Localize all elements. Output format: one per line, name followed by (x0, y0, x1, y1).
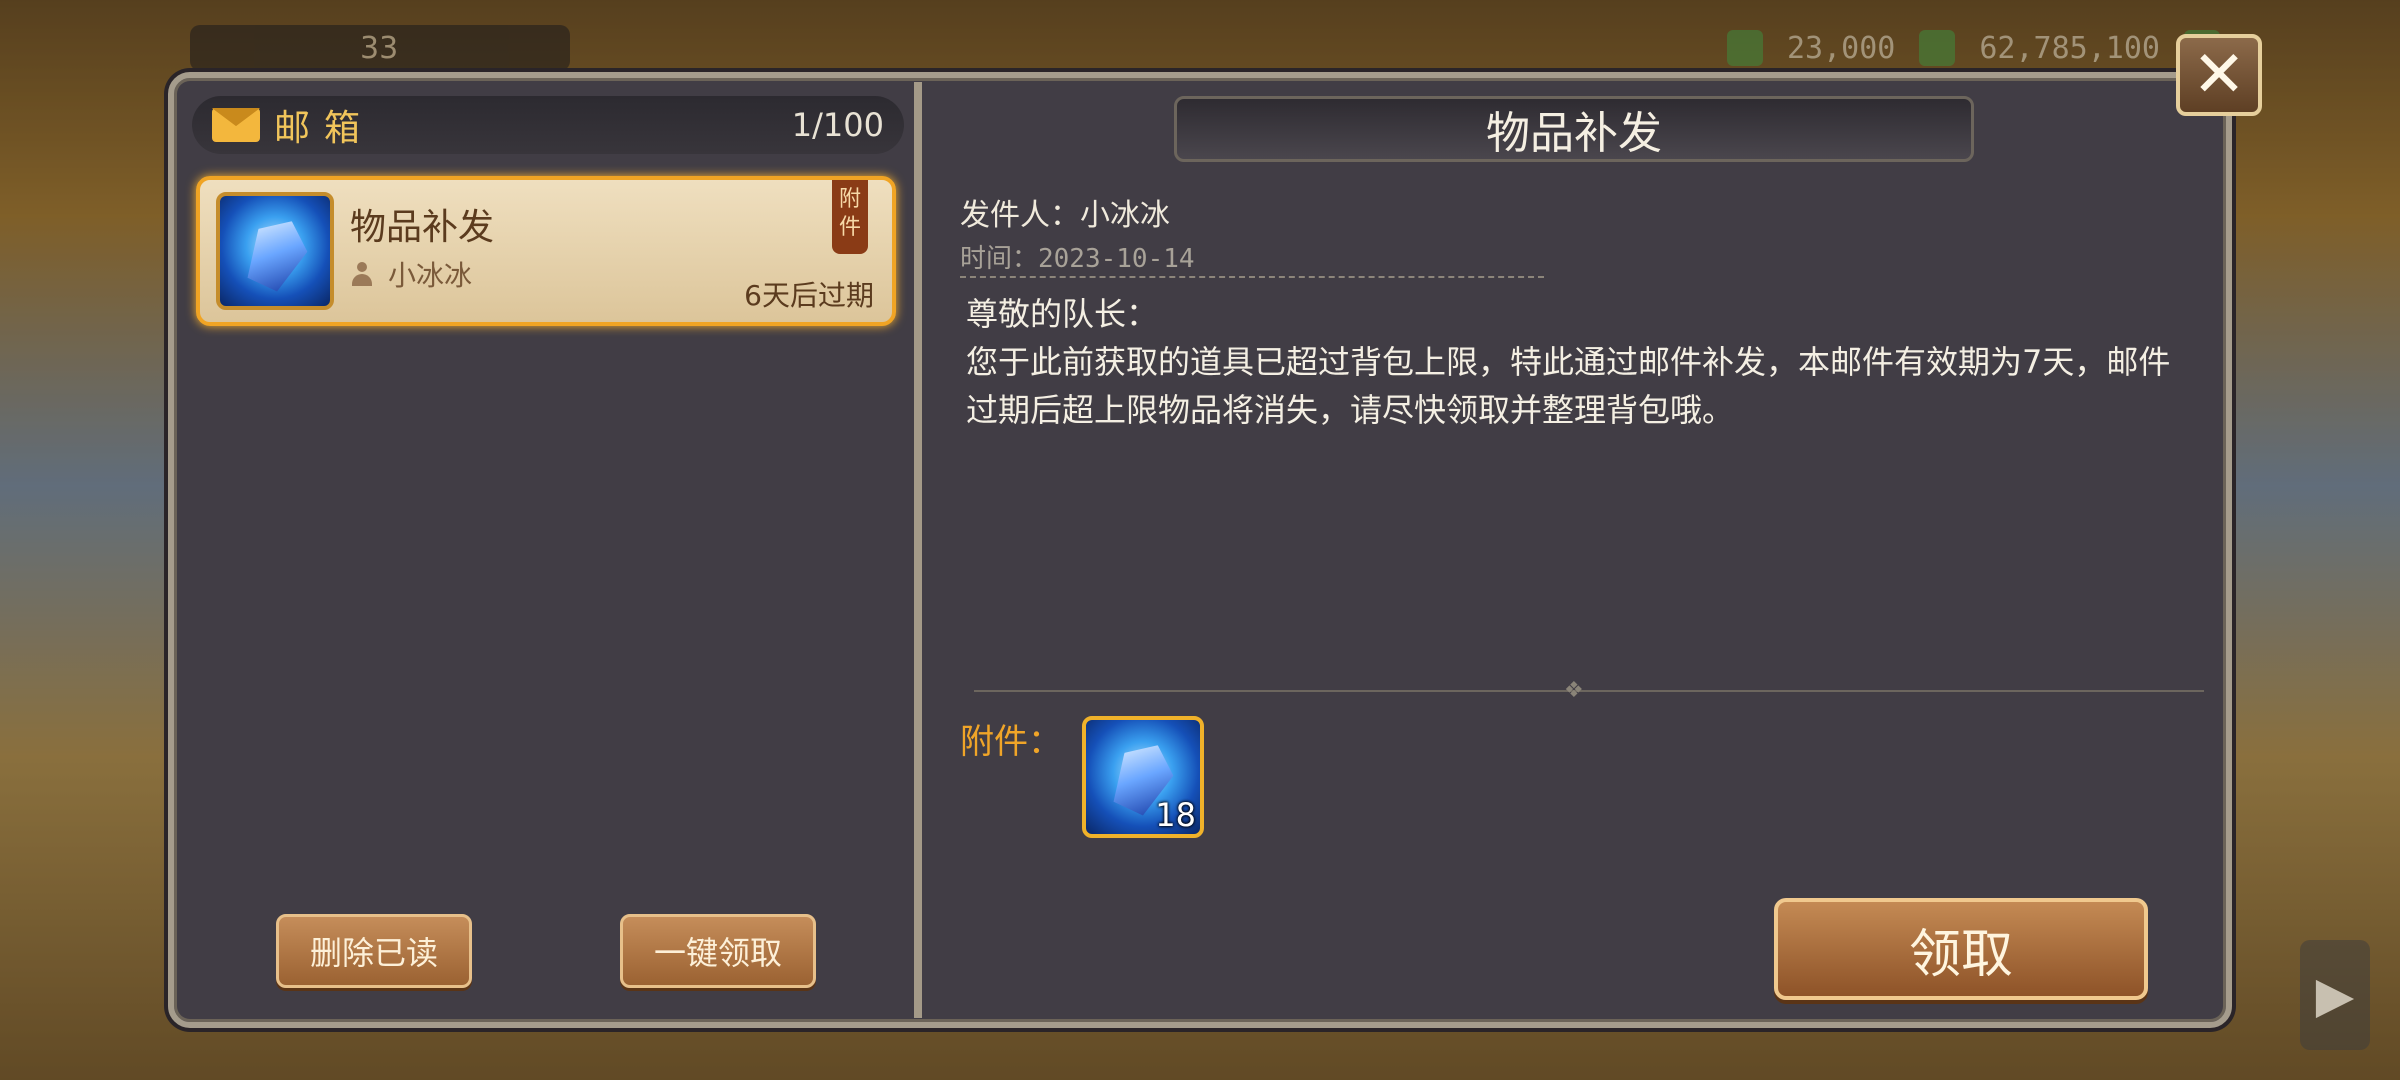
mail-item-title: 物品补发 (350, 207, 495, 248)
mail-item-sender: 小冰冰 (388, 259, 473, 292)
claim-all-button[interactable]: 一键领取 (620, 914, 816, 988)
delete-read-button[interactable]: 删除已读 (276, 914, 472, 988)
mail-count: 1/100 (791, 106, 884, 144)
mailbox-header: 邮箱 1/100 (192, 96, 904, 154)
add-diamond-icon (1727, 30, 1763, 66)
mail-item-expire: 6天后过期 (744, 279, 874, 312)
add-gold-icon (1919, 30, 1956, 66)
mailbox-dialog: 邮箱 1/100 物品补发 小冰冰 6天后过期 附件 删除已读 一键领取 物品补… (168, 72, 2232, 1028)
mail-body: 尊敬的队长： 您于此前获取的道具已超过背包上限，特此通过邮件补发，本邮件有效期为… (966, 295, 2171, 429)
mailbox-title: 邮箱 (274, 108, 375, 149)
attachments-label: 附件： (960, 722, 1062, 762)
attachment-quantity: 18 (1155, 796, 1196, 834)
player-level: 33 (190, 25, 570, 71)
claim-button[interactable]: 领取 (1774, 898, 2148, 1000)
close-icon[interactable]: ✕ (2176, 34, 2262, 116)
meta-divider (960, 276, 1544, 278)
attachment-tag: 附件 (832, 180, 868, 254)
envelope-icon (212, 108, 260, 142)
play-arrow-icon[interactable]: ▶ (2300, 940, 2370, 1050)
mail-list-item[interactable]: 物品补发 小冰冰 6天后过期 附件 (196, 176, 896, 326)
panel-divider (914, 82, 922, 1018)
resource-bar: 33 23,000 62,785,100 (190, 18, 2220, 78)
gold-count: 62,785,100 (1979, 30, 2160, 66)
person-icon (352, 262, 372, 286)
diamond-count: 23,000 (1787, 30, 1896, 66)
attachment-item[interactable]: 18 (1082, 716, 1204, 838)
attachment-divider (974, 690, 2204, 692)
mail-sender: 发件人：小冰冰 (960, 198, 1170, 233)
ornament-icon: ❖ (1564, 678, 1584, 703)
blue-crystal-icon (216, 192, 334, 310)
mail-detail-title: 物品补发 (1174, 96, 1974, 162)
mail-time: 时间：2023-10-14 (960, 244, 1195, 274)
